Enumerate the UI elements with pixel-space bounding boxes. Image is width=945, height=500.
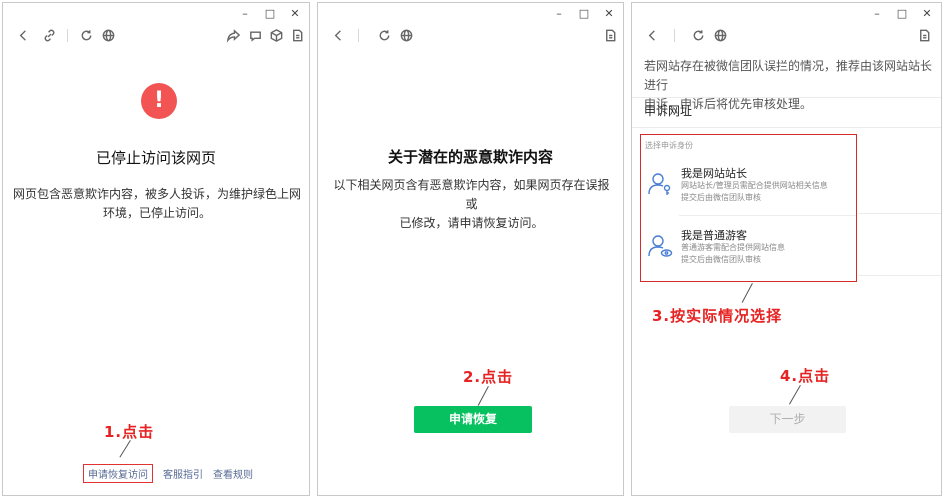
bottom-links: 申请恢复访问 客服指引 查看规则 [83,464,253,483]
next-step-button[interactable]: 下一步 [729,406,846,433]
annotation-step-2: 2.点击 [463,368,514,386]
page-title: 关于潜在的恶意欺诈内容 [387,148,553,166]
blocked-page-window: – □ ✕ ! 已停止访问该网页 网页包含恶意欺诈内容，被多人投诉，为维护绿色上… [2,2,310,496]
desc-line: 以下相关网页含有恶意欺诈内容，如果网页存在误报或 [333,178,610,211]
maximize-button[interactable]: □ [896,7,908,21]
visitor-icon [647,233,673,259]
warning-icon: ! [141,83,177,119]
browser-toolbar [632,25,941,47]
globe-icon[interactable] [396,25,416,45]
browser-toolbar [3,25,309,47]
cube-icon[interactable] [266,25,286,45]
desc-line: 网页包含恶意欺诈内容，被多人投诉，为维护绿色上网 [13,187,302,201]
minimize-button[interactable]: – [553,7,565,21]
window-controls: – □ ✕ [239,7,301,21]
intro-line: 若网站存在被微信团队误拦的情况，推荐由该网站站长进行 [644,59,933,92]
annotation-line [477,386,489,406]
annotation-line [789,385,801,405]
annotation-step-3: 3.按实际情况选择 [652,307,783,325]
block-description: 网页包含恶意欺诈内容，被多人投诉，为维护绿色上网 环境，已停止访问。 [13,185,301,223]
identity-select-window: – □ ✕ 若网站存在被微信团队误拦的情况，推荐由该网站站长进行 申诉，申诉后将… [631,2,942,496]
refresh-icon[interactable] [76,25,96,45]
minimize-button[interactable]: – [239,7,251,21]
divider [632,127,941,128]
annotation-step-4: 4.点击 [780,367,831,385]
desc-line: 已修改，请申请恢复访问。 [399,216,544,230]
link-icon[interactable] [39,25,59,45]
identity-header: 选择申诉身份 [645,141,693,150]
divider [858,213,941,214]
appeal-info-window: – □ ✕ 关于潜在的恶意欺诈内容 以下相关网页含有恶意欺诈内容，如果网页存在误… [317,2,624,496]
close-button[interactable]: ✕ [603,7,615,21]
option-title: 我是网站站长 [681,167,747,180]
annotation-line [119,440,131,458]
subtitle-line: 网站站长/管理员需配合提供网站相关信息 [681,181,828,190]
note-icon[interactable] [914,25,934,45]
note-icon[interactable] [287,25,307,45]
subtitle-line: 普通游客需配合提供网站信息 [681,243,785,252]
browser-toolbar [318,25,623,47]
identity-selector: 选择申诉身份 我是网站站长 网站站长/管理员需配合提供网站相关信息 提交后由微信… [640,134,857,282]
appeal-link[interactable]: 申请恢复访问 [83,464,153,483]
option-visitor[interactable]: 我是普通游客 普通游客需配合提供网站信息 提交后由微信团队审核 [641,227,856,277]
option-subtitle: 网站站长/管理员需配合提供网站相关信息 提交后由微信团队审核 [681,180,851,204]
subtitle-line: 提交后由微信团队审核 [681,255,761,264]
option-subtitle: 普通游客需配合提供网站信息 提交后由微信团队审核 [681,242,851,266]
refresh-icon[interactable] [374,25,394,45]
appeal-url-label: 申诉网址 [644,104,693,118]
chat-icon[interactable] [245,25,265,45]
refresh-icon[interactable] [688,25,708,45]
option-webmaster[interactable]: 我是网站站长 网站站长/管理员需配合提供网站相关信息 提交后由微信团队审核 [641,165,856,215]
page-title: 已停止访问该网页 [95,149,216,167]
annotation-line [741,283,753,303]
desc-line: 环境，已停止访问。 [102,206,211,220]
option-title: 我是普通游客 [681,229,747,242]
guide-link[interactable]: 客服指引 [163,464,203,483]
maximize-button[interactable]: □ [264,7,276,21]
divider [858,275,941,276]
window-controls: – □ ✕ [553,7,615,21]
note-icon[interactable] [600,25,620,45]
close-button[interactable]: ✕ [289,7,301,21]
globe-icon[interactable] [710,25,730,45]
webmaster-icon [647,171,673,197]
globe-icon[interactable] [98,25,118,45]
subtitle-line: 提交后由微信团队审核 [681,193,761,202]
close-button[interactable]: ✕ [921,7,933,21]
divider [632,97,941,98]
option-divider [679,215,856,216]
share-icon[interactable] [223,25,243,45]
window-controls: – □ ✕ [871,7,933,21]
back-icon[interactable] [328,25,348,45]
maximize-button[interactable]: □ [578,7,590,21]
request-restore-button[interactable]: 申请恢复 [414,406,532,433]
appeal-description: 以下相关网页含有恶意欺诈内容，如果网页存在误报或 已修改，请申请恢复访问。 [328,176,615,233]
back-icon[interactable] [642,25,662,45]
minimize-button[interactable]: – [871,7,883,21]
back-icon[interactable] [13,25,33,45]
annotation-step-1: 1.点击 [104,423,155,441]
rules-link[interactable]: 查看规则 [213,464,253,483]
